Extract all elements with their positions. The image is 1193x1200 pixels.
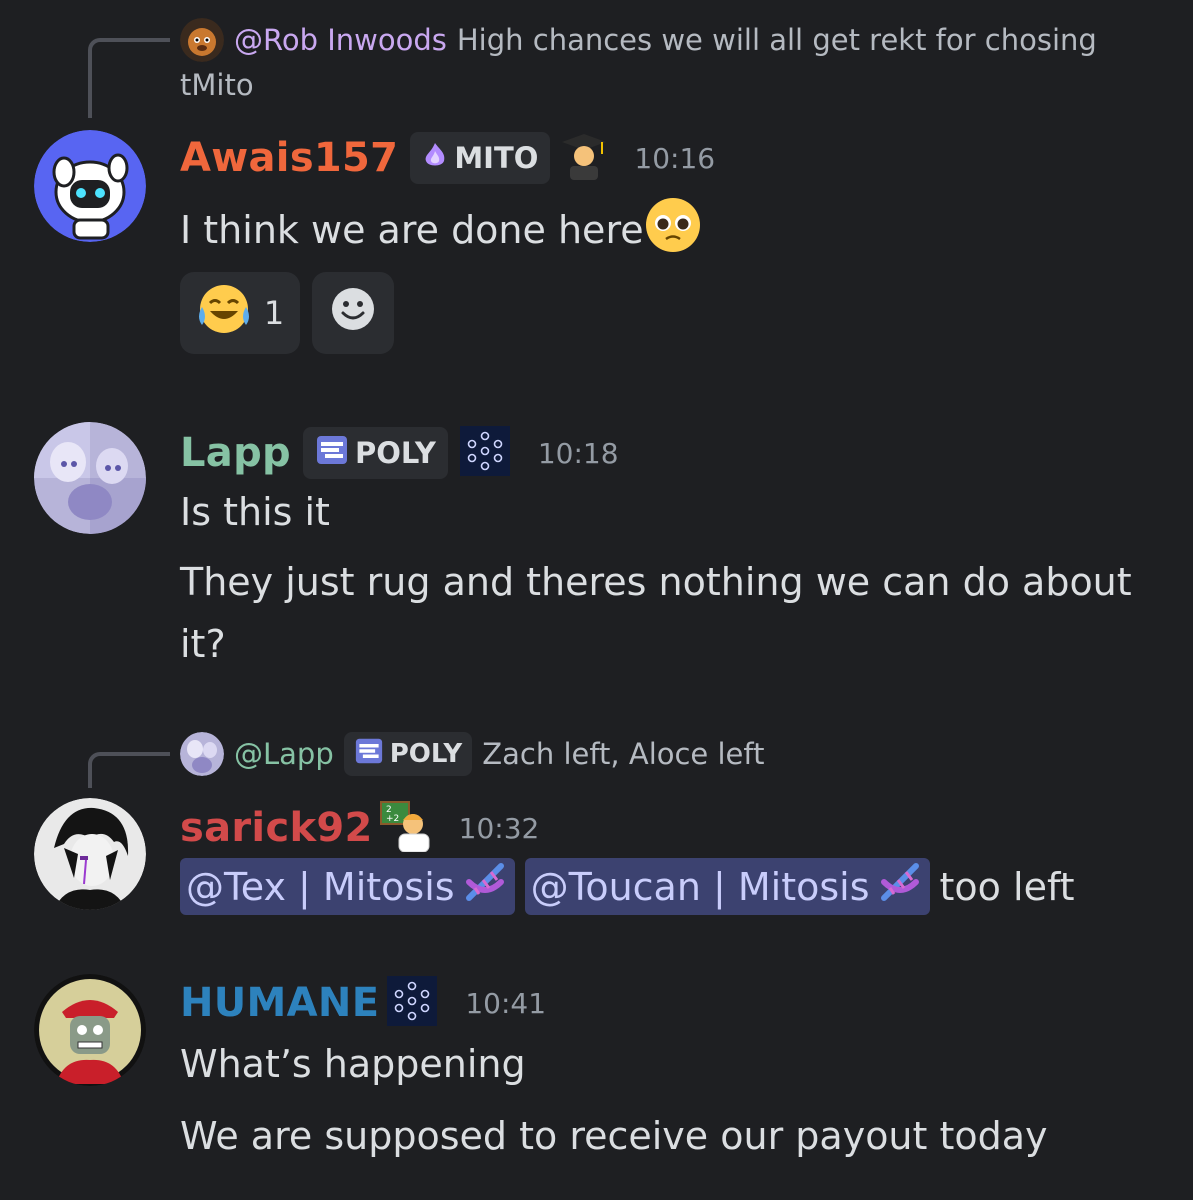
message-line: too left — [939, 864, 1075, 909]
poly-icon — [315, 434, 349, 473]
message-line: They just rug and theres nothing we can … — [180, 560, 1132, 604]
server-tag[interactable]: MITO — [410, 132, 551, 184]
avatar-sarick92[interactable] — [34, 798, 146, 910]
reply-preview[interactable]: @Lapp POLY Zach left, Aloce left — [180, 732, 764, 776]
joy-emoji-icon — [196, 281, 252, 345]
reply-connector — [88, 752, 170, 788]
reply-connector — [88, 38, 170, 118]
message-header: HUMANE 10:41 — [180, 976, 546, 1030]
avatar-lapp[interactable] — [34, 422, 146, 534]
user-mention[interactable]: @Toucan | Mitosis — [524, 858, 930, 915]
reaction-count: 1 — [263, 294, 285, 332]
hex-network-icon — [387, 976, 438, 1030]
mention-label: @Toucan | Mitosis — [530, 864, 870, 909]
add-reaction-icon — [329, 285, 377, 341]
server-tag-label: POLY — [354, 436, 436, 470]
hex-network-icon — [459, 426, 510, 480]
server-tag[interactable]: POLY — [302, 427, 448, 479]
reply-preview[interactable]: @Rob Inwoods High chances we will all ge… — [180, 18, 1097, 62]
add-reaction-button[interactable] — [312, 272, 394, 354]
timestamp: 10:16 — [634, 141, 716, 175]
message-line: We are supposed to receive our payout to… — [180, 1114, 1048, 1158]
username[interactable]: Lapp — [180, 430, 291, 476]
poly-icon — [354, 737, 384, 772]
user-mention[interactable]: @Tex | Mitosis — [180, 858, 515, 915]
timestamp: 10:18 — [537, 436, 619, 470]
message-line: What’s happening — [180, 1042, 526, 1086]
mito-flame-icon — [422, 141, 448, 176]
chat-log: @Rob Inwoods High chances we will all ge… — [0, 0, 1193, 1200]
username[interactable]: HUMANE — [180, 980, 379, 1026]
message-header: sarick92 2 +2 10:32 — [180, 800, 539, 856]
username[interactable]: Awais157 — [180, 135, 398, 181]
reply-mention[interactable]: @Rob Inwoods — [234, 23, 447, 57]
graduate-emoji-icon — [562, 132, 607, 184]
reply-avatar-rob-inwoods[interactable] — [180, 18, 224, 62]
server-tag-label: MITO — [454, 141, 539, 175]
message-line: I think we are done here — [180, 207, 644, 252]
dna-icon — [876, 858, 924, 915]
message-header: Awais157 MITO 10:16 — [180, 132, 715, 184]
message-line: Is this it — [180, 490, 330, 534]
timestamp: 10:41 — [465, 986, 547, 1020]
server-tag-label: POLY — [389, 739, 463, 769]
reply-text: Zach left, Aloce left — [482, 737, 765, 771]
message-line: it? — [180, 622, 226, 666]
reply-server-tag[interactable]: POLY — [343, 732, 473, 776]
username[interactable]: sarick92 — [180, 805, 373, 851]
teacher-emoji-icon: 2 +2 — [379, 800, 431, 856]
avatar-humane[interactable] — [34, 974, 146, 1086]
message-text: @Tex | Mitosis @Toucan | Mitosis too lef… — [180, 858, 1075, 915]
timestamp: 10:32 — [458, 811, 540, 845]
pleading-face-icon — [644, 196, 702, 263]
mention-label: @Tex | Mitosis — [186, 864, 455, 909]
reaction-joy[interactable]: 1 — [180, 272, 300, 354]
reply-text: High chances we will all get rekt for ch… — [456, 23, 1097, 57]
reply-mention[interactable]: @Lapp — [234, 737, 334, 771]
reply-text-wrap: tMito — [180, 68, 254, 102]
message-text: I think we are done here — [180, 196, 702, 263]
svg-text:+2: +2 — [386, 814, 399, 824]
avatar-awais157[interactable] — [34, 130, 146, 242]
message-header: Lapp POLY 10:18 — [180, 426, 619, 480]
dna-icon — [461, 858, 509, 915]
reply-avatar-lapp[interactable] — [180, 732, 224, 776]
